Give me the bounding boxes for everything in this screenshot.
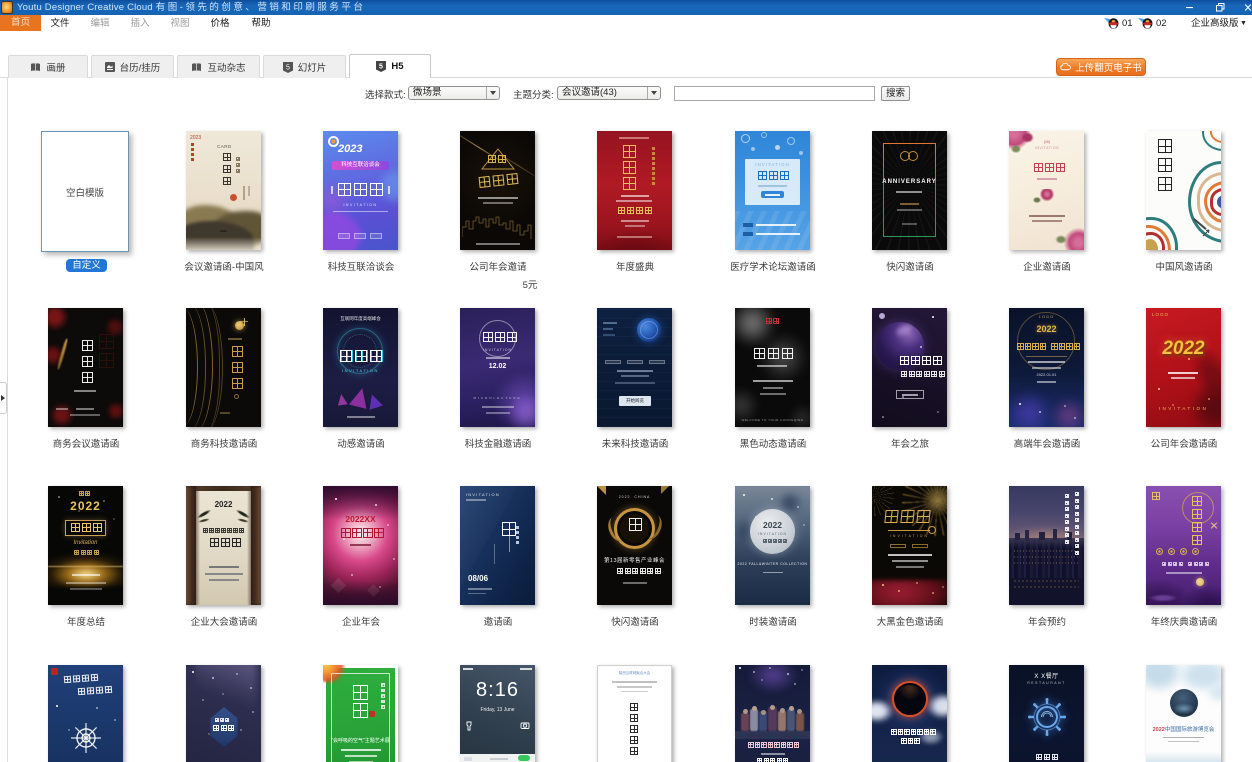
svg-text:5: 5 [286, 64, 290, 71]
svg-text:5: 5 [379, 64, 383, 71]
